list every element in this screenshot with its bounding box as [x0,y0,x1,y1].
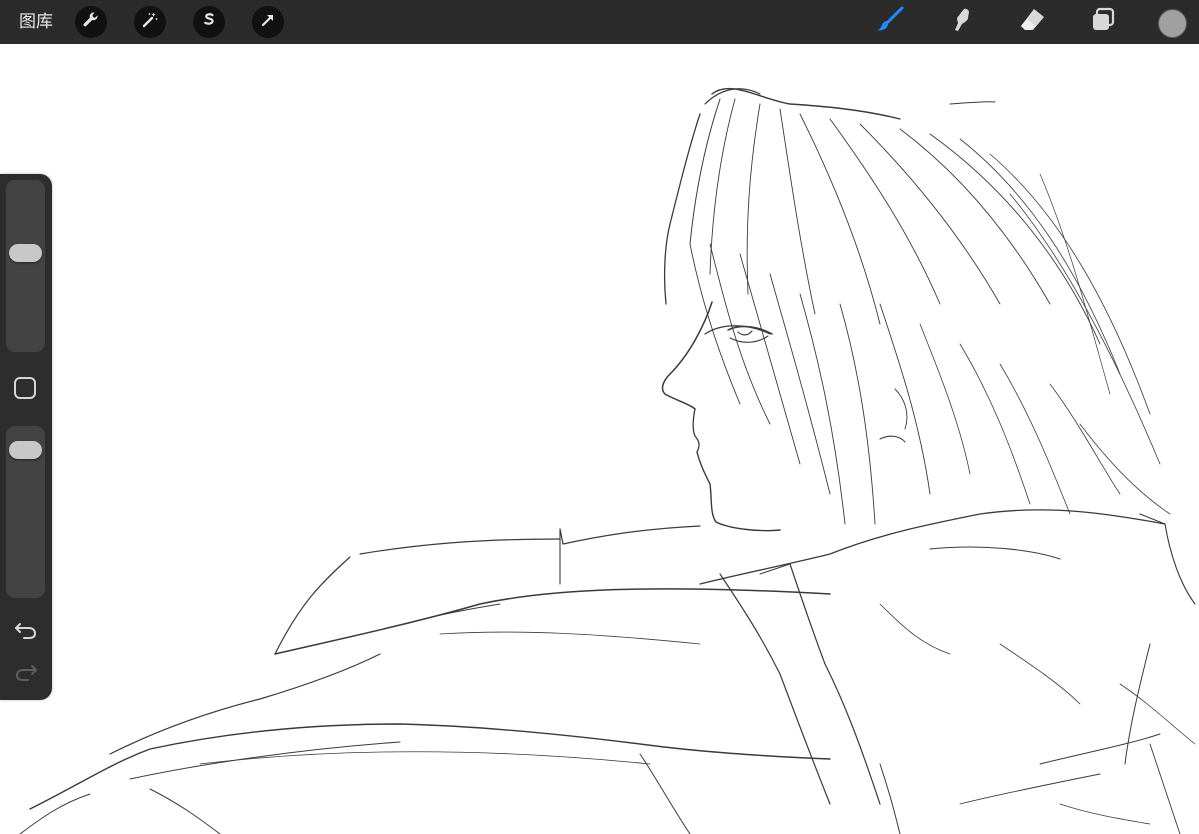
opacity-slider-thumb[interactable] [9,440,42,459]
gallery-button[interactable]: 图库 [19,11,53,33]
magic-wand-icon [140,10,160,35]
adjustments-button[interactable] [134,6,166,38]
top-toolbar: 图库 [0,0,1199,44]
color-picker-button[interactable] [1158,9,1187,38]
layers-icon [1088,5,1118,40]
brush-icon [875,5,905,40]
eraser-tool-button[interactable] [1014,4,1050,40]
sketch-artwork [19,87,1196,834]
wrench-icon [81,10,101,35]
actions-button[interactable] [75,6,107,38]
layers-button[interactable] [1085,4,1121,40]
selection-s-icon [199,10,219,35]
brush-size-slider[interactable] [6,180,45,352]
opacity-slider[interactable] [6,426,45,598]
procreate-app: 图库 [0,0,1199,834]
transform-button[interactable] [252,6,284,38]
selection-button[interactable] [193,6,225,38]
modify-button[interactable] [14,377,36,399]
brush-size-slider-thumb[interactable] [9,243,42,262]
drawing-canvas[interactable] [0,44,1199,834]
undo-icon [14,620,38,645]
redo-button[interactable] [13,662,39,686]
smudge-icon [946,5,976,40]
transform-arrow-icon [258,10,278,35]
eraser-icon [1017,5,1047,40]
left-sidebar [0,174,52,700]
brush-tool-button[interactable] [872,4,908,40]
smudge-tool-button[interactable] [943,4,979,40]
undo-button[interactable] [13,620,39,644]
redo-icon [14,662,38,687]
